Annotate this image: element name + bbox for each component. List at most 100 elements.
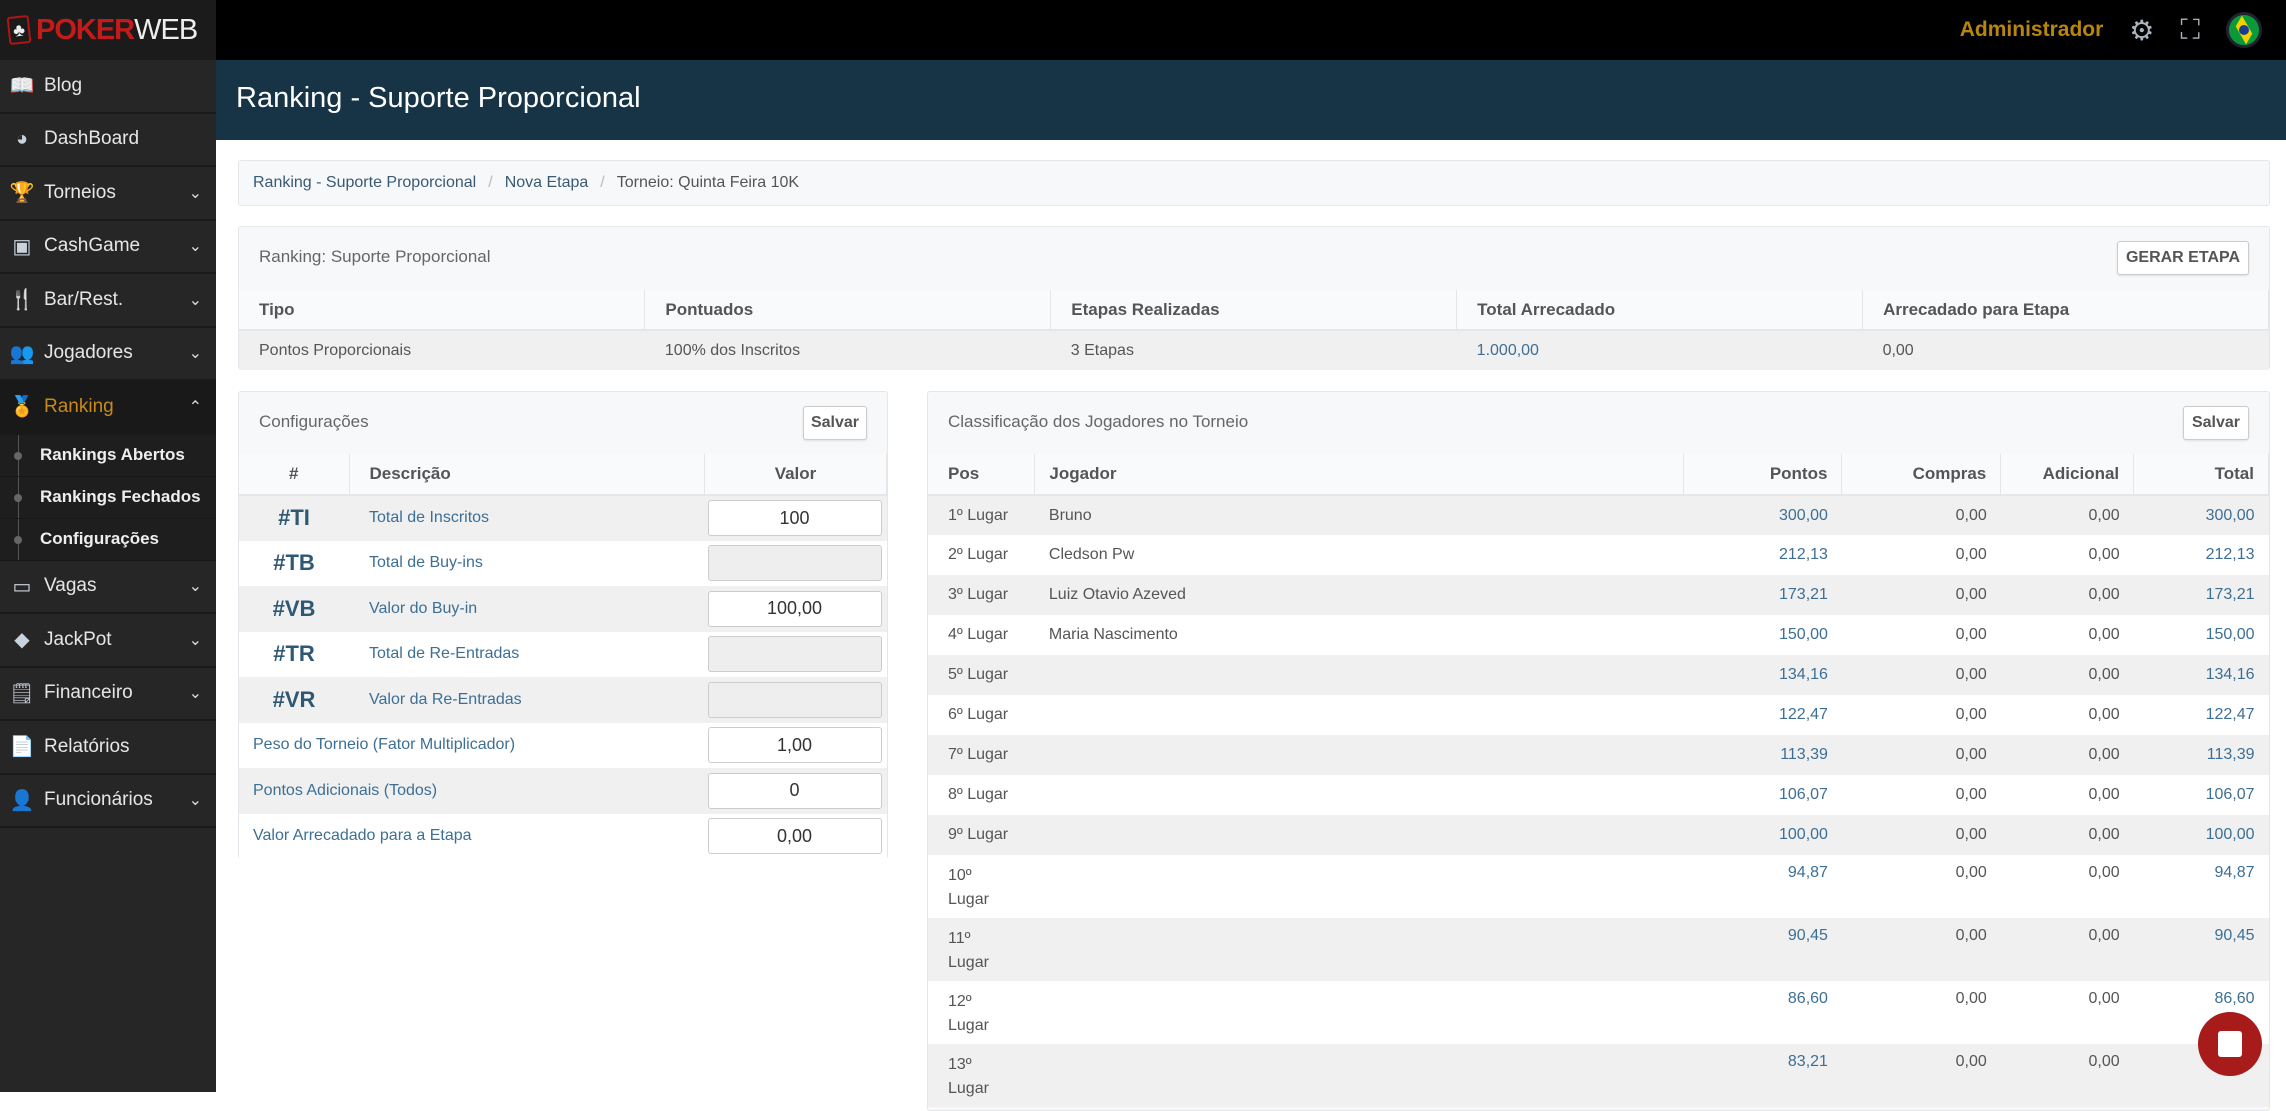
top-bar: ♣ POKERWEB Administrador ⚙ ⛶ [0, 0, 2286, 60]
diamond-icon: ◆ [14, 629, 30, 652]
position-cell: 1º Lugar [928, 495, 1035, 535]
config-value-input[interactable]: 1,00 [707, 727, 882, 764]
config-value-input[interactable]: 100,00 [707, 590, 882, 627]
classification-table: Pos Jogador Pontos Compras Adicional Total 1º … [928, 454, 2269, 1107]
config-value-input[interactable]: 0 [707, 772, 882, 809]
sidebar-subitem[interactable]: Rankings Abertos [0, 434, 216, 477]
config-code: #VB [239, 586, 349, 632]
sidebar-item-jackpot[interactable]: ◆ JackPot ⌄ [0, 614, 216, 668]
position-cell: 6º Lugar [928, 695, 1035, 735]
total-cell: 113,39 [2133, 735, 2269, 775]
position-cell: 12º Lugar [928, 981, 1035, 1044]
logo[interactable]: ♣ POKERWEB [0, 0, 216, 60]
sidebar-item-label: Relatórios [44, 735, 130, 757]
gerar-etapa-button[interactable]: GERAR ETAPA [2117, 241, 2249, 275]
additional-cell: 0,00 [2000, 775, 2134, 815]
sidebar-item-jogadores[interactable]: 👥 Jogadores ⌄ [0, 328, 216, 381]
player-name-cell: Bruno [1034, 495, 1684, 535]
config-row: Valor Arrecadado para a Etapa 0,00 [239, 813, 887, 859]
fullscreen-icon[interactable]: ⛶ [2180, 14, 2200, 47]
player-name-cell [1034, 981, 1684, 1044]
logo-text-web: WEB [134, 13, 198, 46]
purchases-cell: 0,00 [1841, 815, 2001, 855]
sidebar-item-label: Torneios [44, 181, 116, 203]
chevron-down-icon: ⌄ [188, 792, 202, 810]
sidebar-subitem[interactable]: Configurações [0, 518, 216, 561]
additional-cell: 0,00 [2000, 918, 2134, 981]
table-row: 8º Lugar 106,07 0,00 0,00 106,07 [928, 775, 2269, 815]
points-cell: 122,47 [1683, 695, 1842, 735]
classification-save-button[interactable]: Salvar [2183, 406, 2249, 440]
position-cell: 5º Lugar [928, 655, 1035, 695]
chat-button[interactable] [2198, 1012, 2262, 1076]
config-label: Peso do Torneio (Fator Multiplicador) [239, 722, 705, 768]
points-cell: 150,00 [1683, 615, 1842, 655]
purchases-cell: 0,00 [1841, 655, 2001, 695]
page-header: Ranking - Suporte Proporcional [216, 60, 2286, 140]
summary-cell: 3 Etapas [1050, 330, 1457, 370]
purchases-cell: 0,00 [1841, 695, 2001, 735]
config-header: # [239, 454, 350, 496]
sidebar-item-ranking[interactable]: 🏅 Ranking ⌃ [0, 381, 216, 435]
config-label: Pontos Adicionais (Todos) [239, 768, 705, 814]
points-cell: 173,21 [1683, 575, 1842, 615]
sidebar-subitem[interactable]: Rankings Fechados [0, 476, 216, 519]
position-cell: 9º Lugar [928, 815, 1035, 855]
sidebar-item-label: Blog [44, 74, 83, 96]
additional-cell: 0,00 [2000, 575, 2134, 615]
sidebar-item-relatrios[interactable]: 📄 Relatórios [0, 721, 216, 775]
sidebar-item-financeiro[interactable]: 🗒 Financeiro ⌄ [0, 668, 216, 721]
position-cell: 10º Lugar [928, 855, 1035, 918]
config-value-input[interactable]: 100 [707, 500, 882, 537]
table-row: 1º Lugar Bruno 300,00 0,00 0,00 300,00 [928, 495, 2269, 535]
position-cell: 8º Lugar [928, 775, 1035, 815]
brazil-flag-icon[interactable] [2226, 12, 2262, 48]
player-name-cell: Luiz Otavio Azeved [1034, 575, 1684, 615]
total-cell: 212,13 [2133, 535, 2269, 575]
player-name-cell [1034, 695, 1684, 735]
sidebar-item-blog[interactable]: 📖 Blog [0, 60, 216, 114]
breadcrumb-nova-etapa[interactable]: Nova Etapa [505, 174, 589, 192]
sidebar-item-funcionrios[interactable]: 👤 Funcionários ⌄ [0, 775, 216, 828]
chevron-up-icon: ⌃ [188, 398, 202, 416]
player-name-cell [1034, 815, 1684, 855]
config-table: # Descrição Valor #TI Total de Inscritos 100 #… [239, 454, 887, 859]
additional-cell: 0,00 [2000, 815, 2134, 855]
sidebar-item-barrest[interactable]: 🍴 Bar/Rest. ⌄ [0, 274, 216, 328]
position-cell: 11º Lugar [928, 918, 1035, 981]
additional-cell: 0,00 [2000, 655, 2134, 695]
purchases-cell: 0,00 [1841, 775, 2001, 815]
summary-cell: Pontos Proporcionais [239, 330, 645, 370]
gears-icon[interactable]: ⚙ [2129, 14, 2154, 47]
purchases-cell: 0,00 [1841, 918, 2001, 981]
additional-cell: 0,00 [2000, 855, 2134, 918]
sidebar-item-label: CashGame [44, 235, 141, 257]
purchases-cell: 0,00 [1841, 981, 2001, 1044]
config-save-button[interactable]: Salvar [803, 406, 867, 440]
total-cell: 106,07 [2133, 775, 2269, 815]
sidebar-item-cashgame[interactable]: ▣ CashGame ⌄ [0, 221, 216, 274]
sidebar-item-label: Ranking [44, 395, 114, 417]
config-value-input[interactable]: 0,00 [707, 818, 882, 855]
sidebar-item-vagas[interactable]: ▭ Vagas ⌄ [0, 561, 216, 614]
sidebar-item-dashboard[interactable]: ◕ DashBoard [0, 114, 216, 167]
total-cell: 173,21 [2133, 575, 2269, 615]
user-lock-icon: 👤 [9, 789, 35, 812]
sidebar-item-torneios[interactable]: 🏆 Torneios ⌄ [0, 167, 216, 221]
classification-header: Compras [1841, 454, 2002, 496]
total-cell: 300,00 [2133, 495, 2269, 535]
breadcrumb-ranking[interactable]: Ranking - Suporte Proporcional [253, 174, 476, 192]
summary-header: Pontuados [644, 290, 1052, 331]
chevron-down-icon: ⌄ [188, 238, 202, 256]
config-value-input [707, 636, 882, 673]
summary-cell: 100% dos Inscritos [644, 330, 1051, 370]
total-cell: 122,47 [2133, 695, 2269, 735]
position-cell: 3º Lugar [928, 575, 1035, 615]
config-title: Configurações [259, 412, 369, 431]
player-name-cell [1034, 855, 1684, 918]
config-label: Valor do Buy-in [349, 586, 705, 632]
medal-icon: 🏅 [9, 396, 35, 419]
player-name-cell [1034, 655, 1684, 695]
pie-chart-icon: ◕ [15, 127, 29, 150]
user-name[interactable]: Administrador [1960, 18, 2104, 42]
